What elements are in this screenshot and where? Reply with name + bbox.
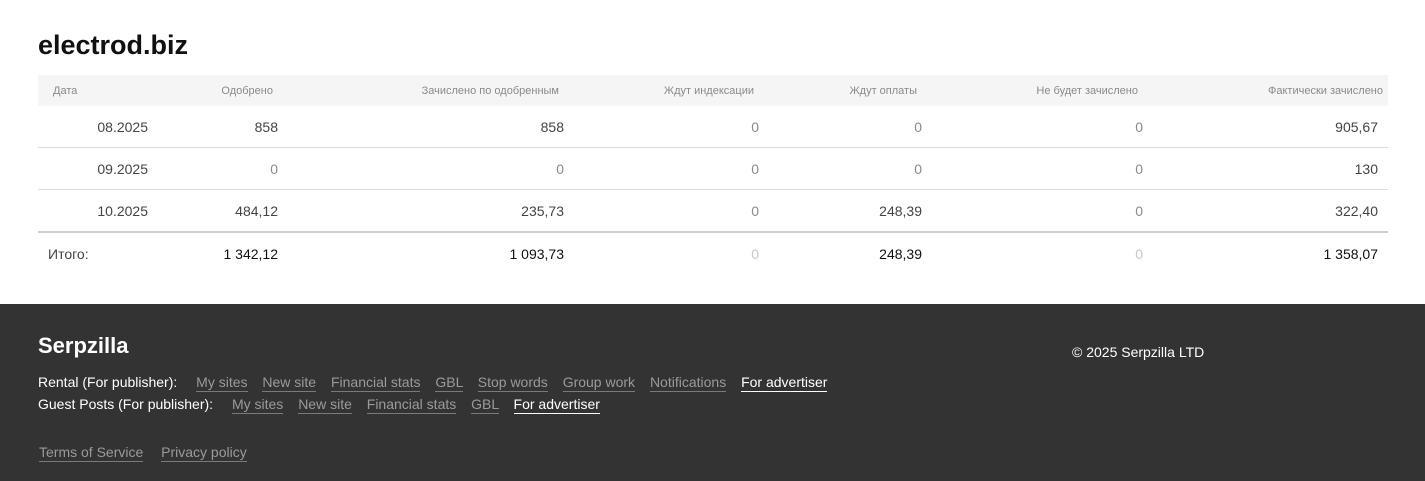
table-row: 08.2025 858 858 0 0 0 905,67 [38,106,1388,148]
stats-table: Дата Одобрено Зачислено по одобренным Жд… [38,75,1388,275]
footer-brand: Serpzilla [38,333,129,358]
cell-credited-approved: 235,73 [278,189,564,233]
cell-approved: 0 [148,147,278,190]
rental-nav-label: Rental (For publisher): [38,374,178,390]
cell-awaiting-payment: 0 [759,106,922,148]
table-header-row: Дата Одобрено Зачислено по одобренным Жд… [38,75,1388,106]
footer: Serpzilla © 2025 Serpzilla LTD Rental (F… [0,304,1425,481]
cell-date: 10.2025 [38,189,148,233]
col-header-approved[interactable]: Одобрено [148,75,278,106]
cell-actually-credited: 130 [1143,147,1388,190]
rental-link-financial-stats[interactable]: Financial stats [330,374,421,392]
cell-credited-approved: 858 [278,106,564,148]
col-header-not-credited[interactable]: Не будет зачислено [922,75,1143,106]
col-header-date[interactable]: Дата [38,75,148,106]
copyright: © 2025 Serpzilla LTD [1072,344,1205,360]
page-title: electrod.biz [38,30,189,60]
total-awaiting-indexing: 0 [564,231,759,275]
total-credited-approved: 1 093,73 [278,231,564,275]
total-actually-credited: 1 358,07 [1143,231,1388,275]
total-awaiting-payment: 248,39 [759,231,922,275]
rental-link-stop-words[interactable]: Stop words [477,374,548,392]
guest-posts-nav-label: Guest Posts (For publisher): [38,396,214,412]
rental-nav: Rental (For publisher): My sites New sit… [38,374,828,392]
cell-not-credited: 0 [922,189,1143,233]
cell-actually-credited: 322,40 [1143,189,1388,233]
cell-awaiting-indexing: 0 [564,106,759,148]
col-header-awaiting-indexing[interactable]: Ждут индексации [564,75,759,106]
cell-credited-approved: 0 [278,147,564,190]
main-content: electrod.biz Дата Одобрено Зачислено по … [0,0,1425,304]
total-row: Итого: 1 342,12 1 093,73 0 248,39 0 1 35… [38,231,1388,275]
rental-link-group-work[interactable]: Group work [562,374,636,392]
table-row: 09.2025 0 0 0 0 0 130 [38,147,1388,190]
table-row: 10.2025 484,12 235,73 0 248,39 0 322,40 [38,189,1388,233]
cell-awaiting-indexing: 0 [564,147,759,190]
cell-awaiting-payment: 0 [759,147,922,190]
guest-posts-nav: Guest Posts (For publisher): My sites Ne… [38,396,600,414]
guest-link-for-advertiser[interactable]: For advertiser [513,396,600,414]
cell-approved: 484,12 [148,189,278,233]
cell-awaiting-indexing: 0 [564,189,759,233]
rental-link-new-site[interactable]: New site [262,374,317,392]
guest-link-new-site[interactable]: New site [298,396,352,414]
cell-not-credited: 0 [922,147,1143,190]
col-header-awaiting-payment[interactable]: Ждут оплаты [759,75,922,106]
privacy-policy-link[interactable]: Privacy policy [161,444,247,462]
guest-link-my-sites[interactable]: My sites [231,396,284,414]
col-header-credited-approved[interactable]: Зачислено по одобренным [278,75,564,106]
total-not-credited: 0 [922,231,1143,275]
rental-link-my-sites[interactable]: My sites [196,374,248,392]
cell-approved: 858 [148,106,278,148]
rental-link-gbl[interactable]: GBL [435,374,463,392]
total-approved: 1 342,12 [148,231,278,275]
cell-awaiting-payment: 248,39 [759,189,922,233]
rental-link-for-advertiser[interactable]: For advertiser [741,374,828,392]
guest-link-financial-stats[interactable]: Financial stats [366,396,457,414]
cell-not-credited: 0 [922,106,1143,148]
cell-date: 09.2025 [38,147,148,190]
rental-link-notifications[interactable]: Notifications [649,374,727,392]
total-label: Итого: [38,231,148,275]
col-header-actually-credited[interactable]: Фактически зачислено [1143,75,1388,106]
cell-actually-credited: 905,67 [1143,106,1388,148]
legal-links: Terms of Service Privacy policy [39,444,261,462]
terms-of-service-link[interactable]: Terms of Service [39,444,144,462]
guest-link-gbl[interactable]: GBL [471,396,499,414]
cell-date: 08.2025 [38,106,148,148]
